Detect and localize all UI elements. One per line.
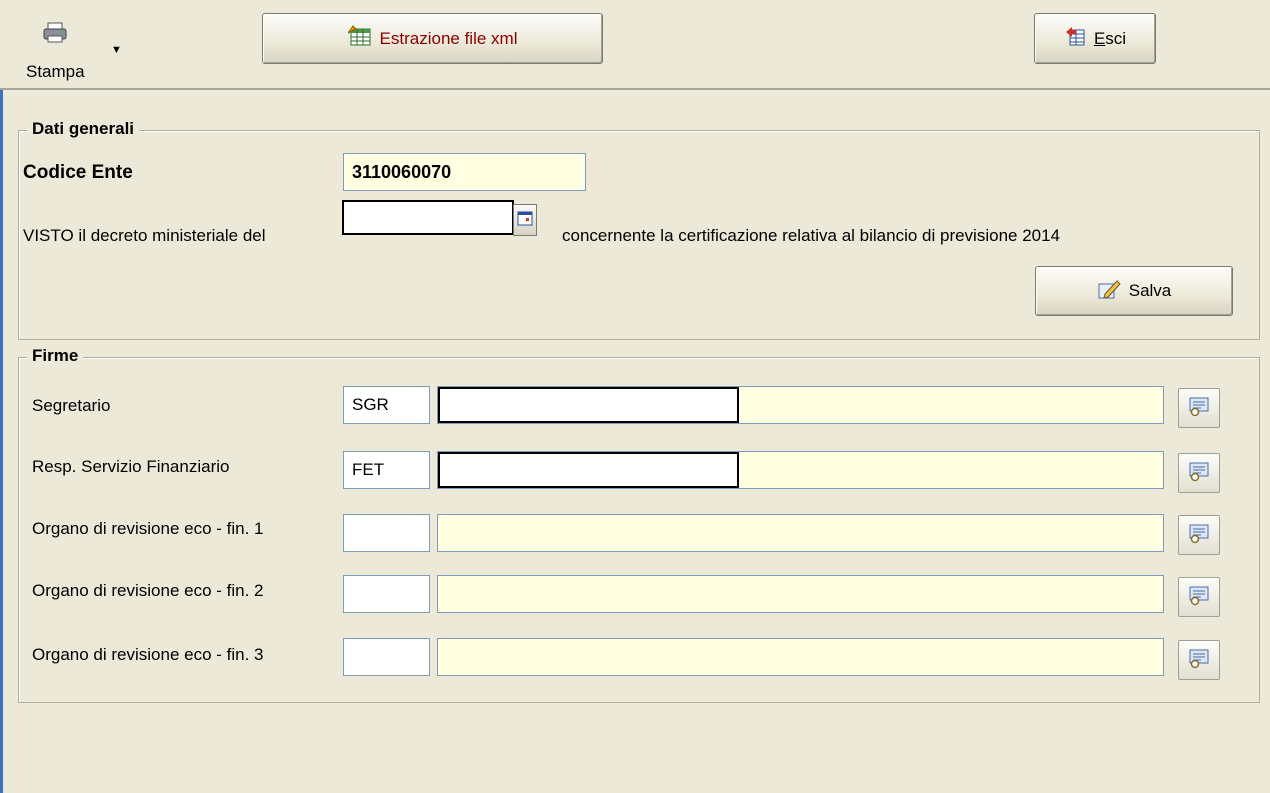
redacted-block: [438, 452, 739, 488]
signature-code-field[interactable]: [343, 514, 430, 552]
signature-lookup-button[interactable]: [1178, 453, 1220, 493]
exit-label-rest: sci: [1105, 28, 1127, 48]
signature-lookup-button[interactable]: [1178, 515, 1220, 555]
signature-code-field[interactable]: [343, 575, 430, 613]
decree-date-field[interactable]: [342, 200, 514, 235]
signature-name-field[interactable]: [437, 575, 1164, 613]
lookup-icon: [1187, 395, 1211, 422]
signature-code-field[interactable]: SGR: [343, 386, 430, 424]
general-data-title: Dati generali: [27, 119, 140, 139]
signature-row-label: Segretario: [32, 396, 111, 415]
signature-row-label: Resp. Servizio Finanziario: [32, 457, 230, 476]
calendar-icon: [517, 210, 533, 231]
redacted-block: [438, 387, 739, 423]
concernente-label: concernente la certificazione relativa a…: [562, 226, 1061, 245]
print-button[interactable]: Stampa ▼: [14, 20, 124, 84]
toolbar: Stampa ▼ Estrazione file xml Esci: [0, 0, 1270, 90]
calendar-button[interactable]: [513, 204, 537, 236]
save-button[interactable]: Salva: [1035, 266, 1233, 316]
signature-lookup-button[interactable]: [1178, 577, 1220, 617]
exit-button[interactable]: Esci: [1034, 13, 1156, 64]
visto-label: VISTO il decreto ministeriale del: [23, 226, 266, 245]
signature-lookup-button[interactable]: [1178, 640, 1220, 680]
signature-row-label: Organo di revisione eco - fin. 3: [32, 645, 264, 664]
printer-icon: [42, 22, 68, 49]
signature-code-field[interactable]: [343, 638, 430, 676]
pencil-save-icon: [1097, 278, 1121, 305]
print-dropdown-arrow-icon[interactable]: ▼: [111, 44, 122, 56]
print-label: Stampa: [26, 62, 85, 81]
signature-code-field[interactable]: FET: [343, 451, 430, 489]
exit-door-icon: [1064, 25, 1086, 52]
lookup-icon: [1187, 522, 1211, 549]
save-label: Salva: [1128, 281, 1172, 300]
window-left-edge: [0, 88, 3, 793]
signatures-title: Firme: [27, 346, 84, 366]
signature-lookup-button[interactable]: [1178, 388, 1220, 428]
xml-extraction-button[interactable]: Estrazione file xml: [262, 13, 603, 64]
exit-label: Esci: [1094, 29, 1126, 49]
lookup-icon: [1187, 584, 1211, 611]
exit-label-mnemonic: E: [1093, 28, 1106, 48]
codice-ente-label: Codice Ente: [23, 162, 133, 183]
xml-extraction-label: Estrazione file xml: [379, 28, 518, 48]
signature-row-label: Organo di revisione eco - fin. 1: [32, 519, 264, 538]
codice-ente-field[interactable]: 3110060070: [343, 153, 586, 191]
spreadsheet-icon: [347, 25, 372, 52]
signature-name-field[interactable]: [437, 638, 1164, 676]
signature-name-field[interactable]: [437, 514, 1164, 552]
lookup-icon: [1187, 647, 1211, 674]
lookup-icon: [1187, 460, 1211, 487]
signature-row-label: Organo di revisione eco - fin. 2: [32, 581, 264, 600]
